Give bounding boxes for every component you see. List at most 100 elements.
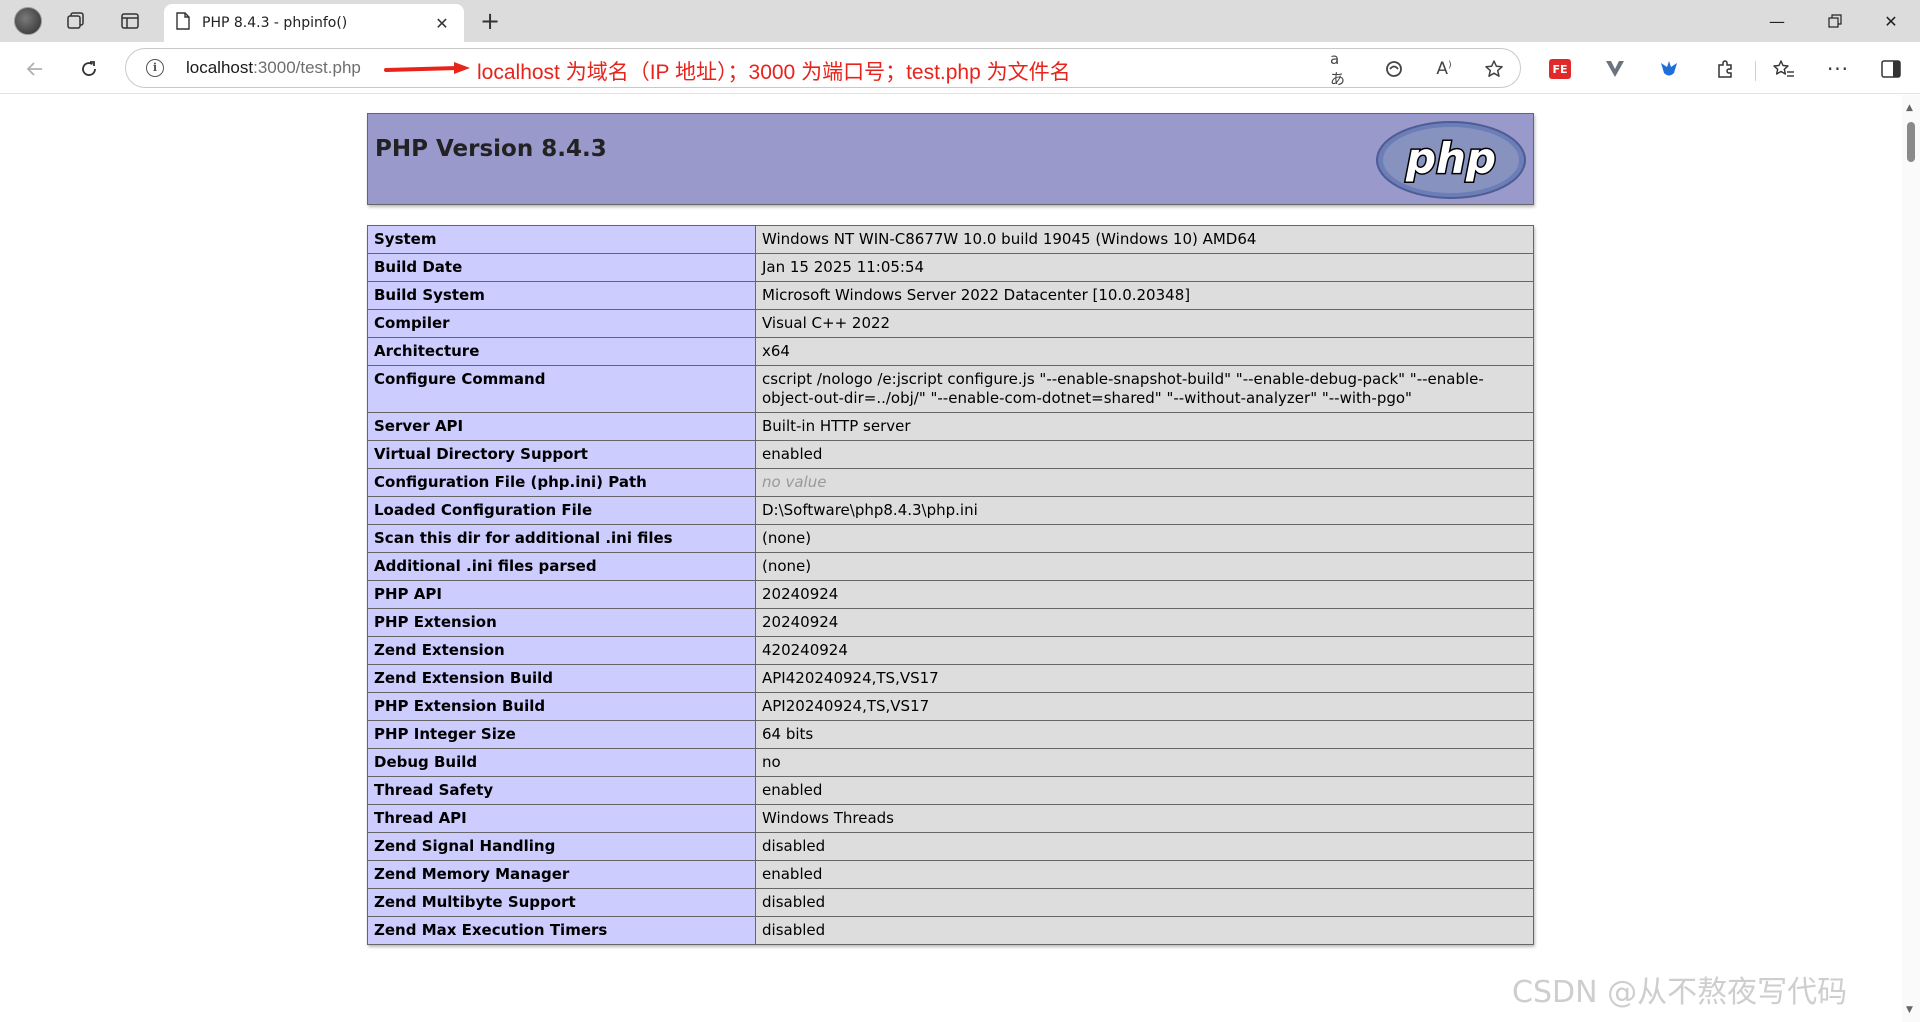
favorites-icon[interactable]	[1769, 54, 1799, 84]
row-value: no value	[755, 468, 1534, 497]
phpinfo-table: System Windows NT WIN-C8677W 10.0 build 1…	[367, 225, 1534, 945]
table-row: Compiler Visual C++ 2022	[367, 309, 1534, 338]
more-icon[interactable]: ···	[1823, 54, 1853, 84]
table-row: Zend Memory Manager enabled	[367, 860, 1534, 889]
address-bar[interactable]: i localhost:3000/test.php localhost 为域名（…	[125, 48, 1521, 88]
row-key: Virtual Directory Support	[367, 440, 756, 469]
table-row: Build System Microsoft Windows Server 202…	[367, 281, 1534, 310]
url-text[interactable]: localhost:3000/test.php	[186, 58, 361, 78]
row-key: Zend Multibyte Support	[367, 888, 756, 917]
reload-button[interactable]	[72, 52, 106, 86]
row-key: Thread Safety	[367, 776, 756, 805]
row-value: 20240924	[755, 608, 1534, 637]
table-row: Virtual Directory Support enabled	[367, 440, 1534, 469]
phpinfo-header: PHP Version 8.4.3 php	[367, 113, 1534, 205]
table-row: Server API Built-in HTTP server	[367, 412, 1534, 441]
row-key: Build System	[367, 281, 756, 310]
row-key: Scan this dir for additional .ini files	[367, 524, 756, 553]
csdn-watermark: CSDN @从不熬夜写代码	[1512, 975, 1848, 1010]
row-value: D:\Software\php8.4.3\php.ini	[755, 496, 1534, 525]
row-value: disabled	[755, 832, 1534, 861]
red-arrow-icon	[384, 62, 470, 74]
vertical-scrollbar[interactable]	[1902, 95, 1920, 1022]
refresh-page-icon[interactable]	[1382, 57, 1406, 81]
php-version-title: PHP Version 8.4.3	[375, 136, 607, 162]
table-row: Thread API Windows Threads	[367, 804, 1534, 833]
row-value: Jan 15 2025 11:05:54	[755, 253, 1534, 282]
profile-avatar[interactable]	[10, 6, 46, 36]
close-window-button[interactable]: ✕	[1862, 0, 1920, 42]
row-key: Configuration File (php.ini) Path	[367, 468, 756, 497]
table-row: Zend Extension 420240924	[367, 636, 1534, 665]
row-value: Visual C++ 2022	[755, 309, 1534, 338]
row-value: enabled	[755, 776, 1534, 805]
phpinfo-page: PHP Version 8.4.3 php System Windows NT W…	[367, 113, 1534, 945]
tab-strip: PHP 8.4.3 - phpinfo() ✕ + — ✕	[0, 0, 1920, 42]
row-key: Additional .ini files parsed	[367, 552, 756, 581]
url-host: localhost	[186, 58, 254, 77]
minimize-button[interactable]: —	[1748, 0, 1806, 42]
row-key: Debug Build	[367, 748, 756, 777]
restore-button[interactable]	[1806, 0, 1864, 42]
row-value-italic: no value	[762, 473, 827, 491]
table-row: PHP Extension 20240924	[367, 608, 1534, 637]
font-icon[interactable]: A)	[1432, 57, 1456, 81]
fe-extension-icon[interactable]: FE	[1545, 54, 1575, 84]
row-key: Zend Extension	[367, 636, 756, 665]
table-row: Zend Extension Build API420240924,TS,VS17	[367, 664, 1534, 693]
row-value: Built-in HTTP server	[755, 412, 1534, 441]
table-row: Scan this dir for additional .ini files(…	[367, 524, 1534, 553]
site-info-icon[interactable]: i	[146, 59, 164, 77]
row-value: API420240924,TS,VS17	[755, 664, 1534, 693]
row-key: PHP Extension Build	[367, 692, 756, 721]
row-key: Zend Extension Build	[367, 664, 756, 693]
row-value: enabled	[755, 440, 1534, 469]
scroll-up-arrow-icon[interactable]: ▲	[1906, 104, 1916, 113]
table-row: PHP Extension Build API20240924,TS,VS17	[367, 692, 1534, 721]
v-extension-icon[interactable]	[1600, 54, 1630, 84]
bird-extension-icon[interactable]	[1654, 54, 1684, 84]
row-value: disabled	[755, 888, 1534, 917]
sidebar-icon[interactable]	[1876, 54, 1906, 84]
row-value: (none)	[755, 524, 1534, 553]
row-key: PHP API	[367, 580, 756, 609]
page-viewport: PHP Version 8.4.3 php System Windows NT W…	[0, 95, 1920, 1022]
row-value: Windows Threads	[755, 804, 1534, 833]
row-key: Thread API	[367, 804, 756, 833]
read-aloud-icon[interactable]: aあ	[1330, 50, 1354, 88]
table-row: Zend Max Execution Timers disabled	[367, 916, 1534, 945]
tab-actions-icon[interactable]	[112, 6, 148, 36]
favorite-star-icon[interactable]	[1482, 57, 1506, 81]
scroll-down-arrow-icon[interactable]: ▼	[1906, 1006, 1916, 1015]
svg-text:php: php	[1405, 134, 1496, 183]
tab-close-icon[interactable]: ✕	[432, 14, 452, 33]
table-row: Zend Multibyte Support disabled	[367, 888, 1534, 917]
extensions-puzzle-icon[interactable]	[1710, 54, 1740, 84]
row-key: Configure Command	[367, 365, 756, 413]
table-row: Loaded Configuration File D:\Software\php…	[367, 496, 1534, 525]
new-tab-button[interactable]: +	[474, 6, 506, 36]
table-row: Thread Safety enabled	[367, 776, 1534, 805]
scrollbar-thumb[interactable]	[1907, 122, 1915, 162]
row-value: disabled	[755, 916, 1534, 945]
row-key: Zend Max Execution Timers	[367, 916, 756, 945]
row-value: enabled	[755, 860, 1534, 889]
table-row: Architecture x64	[367, 337, 1534, 366]
table-row: Debug Build no	[367, 748, 1534, 777]
php-logo[interactable]: php	[1375, 120, 1527, 200]
row-key: Zend Signal Handling	[367, 832, 756, 861]
table-row: System Windows NT WIN-C8677W 10.0 build 1…	[367, 225, 1534, 254]
row-key: Loaded Configuration File	[367, 496, 756, 525]
row-key: Compiler	[367, 309, 756, 338]
table-row: PHP API 20240924	[367, 580, 1534, 609]
row-key: PHP Integer Size	[367, 720, 756, 749]
row-key: Zend Memory Manager	[367, 860, 756, 889]
table-row: Configure Command cscript /nologo /e:jscr…	[367, 365, 1534, 413]
workspaces-icon[interactable]	[58, 6, 94, 36]
row-value: Windows NT WIN-C8677W 10.0 build 19045 (…	[755, 225, 1534, 254]
row-key: Server API	[367, 412, 756, 441]
back-button[interactable]	[18, 52, 52, 86]
table-row: PHP Integer Size 64 bits	[367, 720, 1534, 749]
row-value: (none)	[755, 552, 1534, 581]
active-tab[interactable]: PHP 8.4.3 - phpinfo() ✕	[164, 4, 464, 42]
